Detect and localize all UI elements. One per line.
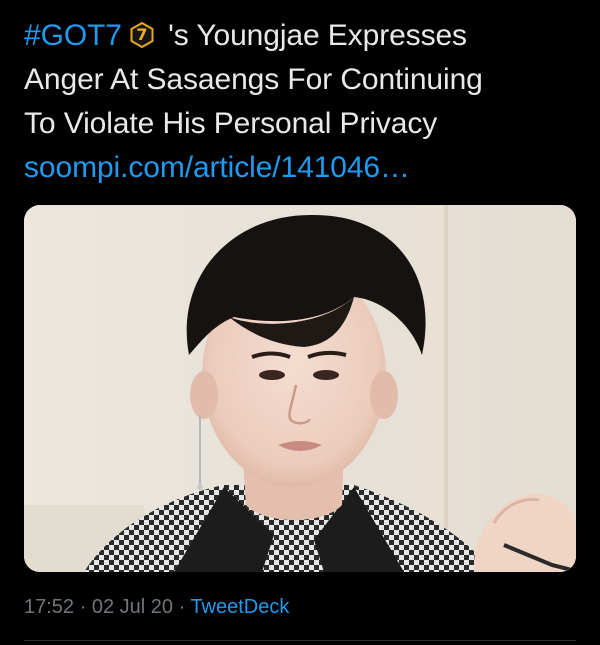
hashtag-link[interactable]: #GOT7 — [24, 19, 122, 52]
tweet-metadata: 17:52 · 02 Jul 20 · TweetDeck — [24, 592, 289, 622]
tweet-text-line-3: To Violate His Personal Privacy — [24, 107, 438, 140]
tweet-media-photo[interactable] — [24, 205, 576, 572]
divider — [24, 640, 576, 641]
tweet-time[interactable]: 17:52 — [24, 596, 74, 618]
tweet-date[interactable]: 02 Jul 20 — [92, 596, 173, 618]
got7-badge-label: 7 — [136, 25, 148, 44]
tweet-text-line-1: #GOT7 7 's Youngjae Expresses — [24, 14, 584, 58]
got7-badge-icon: 7 — [130, 22, 154, 48]
tweet-text: #GOT7 7 's Youngjae Expresses Anger At Sa… — [24, 14, 584, 190]
meta-separator: · — [173, 596, 191, 618]
tweet-text-segment: 's Youngjae Expresses — [159, 19, 467, 52]
tweet-client-link[interactable]: TweetDeck — [190, 596, 289, 618]
tweet-text-line-2: Anger At Sasaengs For Continuing — [24, 63, 483, 96]
portrait-photo — [24, 205, 576, 572]
meta-separator: · — [74, 596, 92, 618]
article-link[interactable]: soompi.com/article/141046… — [24, 146, 584, 190]
